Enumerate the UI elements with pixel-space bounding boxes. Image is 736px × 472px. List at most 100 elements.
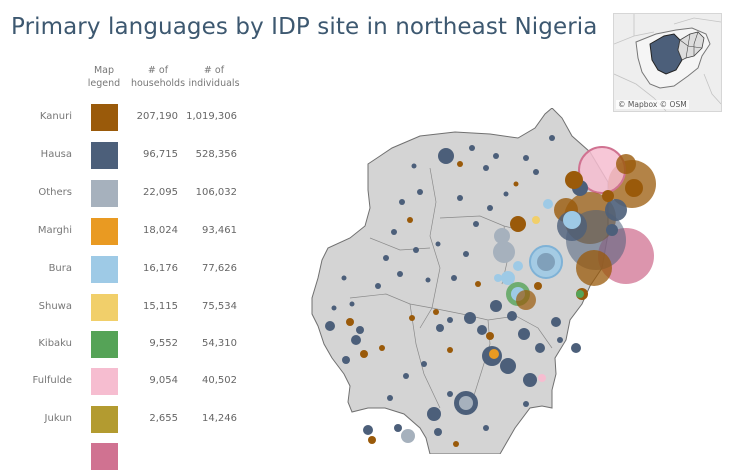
- site-bubble-hausa: [487, 205, 493, 211]
- site-bubble-hausa: [507, 311, 517, 321]
- language-label: Others: [38, 187, 72, 198]
- site-bubble-hausa: [342, 356, 350, 364]
- site-bubble-hausa: [447, 391, 453, 397]
- site-bubble-others: [494, 228, 510, 244]
- site-bubble-kanuri: [486, 332, 494, 340]
- legend-row-fulfulde[interactable]: Fulfulde 9,054 40,502: [0, 367, 260, 397]
- site-bubble-kanuri: [379, 345, 385, 351]
- legend-row-others[interactable]: Others 22,095 106,032: [0, 179, 260, 209]
- color-swatch: [91, 406, 118, 433]
- legend-row-kanuri[interactable]: Kanuri 207,190 1,019,306: [0, 103, 260, 133]
- site-bubble-hausa: [537, 253, 555, 271]
- site-bubble-fulfulde: [538, 374, 546, 382]
- site-bubble-kibaku: [576, 290, 584, 298]
- site-bubble-kanuri: [475, 281, 481, 287]
- legend-row-jukun[interactable]: Jukun 2,655 14,246: [0, 405, 260, 435]
- site-bubble-kanuri: [513, 181, 519, 187]
- site-bubble-hausa: [363, 425, 373, 435]
- site-bubble-kanuri: [409, 315, 415, 321]
- site-bubble-hausa: [411, 163, 417, 169]
- color-swatch: [91, 142, 118, 169]
- site-bubble-hausa: [417, 189, 423, 195]
- site-bubble-bura: [513, 261, 523, 271]
- households-value: 9,054: [149, 375, 178, 386]
- site-bubble-kanuri: [407, 217, 413, 223]
- site-bubble-hausa: [325, 321, 335, 331]
- site-bubble-hausa: [523, 401, 529, 407]
- site-bubble-hausa: [493, 153, 499, 159]
- site-bubble-hausa: [606, 224, 618, 236]
- households-value: 2,655: [149, 413, 178, 424]
- site-bubble-hausa: [571, 343, 581, 353]
- site-bubble-hausa: [434, 428, 442, 436]
- individuals-value: 40,502: [202, 375, 237, 386]
- households-column-header: # of households: [130, 65, 186, 89]
- site-bubble-hausa: [375, 283, 381, 289]
- site-bubble-kanuri: [433, 309, 439, 315]
- site-bubble-kanuri: [346, 318, 354, 326]
- color-swatch: [91, 294, 118, 321]
- site-bubble-hausa: [523, 155, 529, 161]
- site-bubble-hausa: [425, 277, 431, 283]
- site-bubble-hausa: [391, 229, 397, 235]
- site-bubble-hausa: [383, 255, 389, 261]
- legend-row-marghi[interactable]: Marghi 18,024 93,461: [0, 217, 260, 247]
- legend-column-header: Map legend: [87, 65, 121, 89]
- site-bubble-hausa: [351, 335, 361, 345]
- site-bubble-hausa: [477, 325, 487, 335]
- individuals-value: 75,534: [202, 301, 237, 312]
- site-bubble-hausa: [421, 361, 427, 367]
- color-swatch: [91, 443, 118, 470]
- site-bubble-hausa: [397, 271, 403, 277]
- language-label: Bura: [48, 263, 72, 274]
- legend-row-bura[interactable]: Bura 16,176 77,626: [0, 255, 260, 285]
- site-bubble-hausa: [557, 337, 563, 343]
- site-bubble-kanuri: [602, 190, 614, 202]
- individuals-value: 14,246: [202, 413, 237, 424]
- site-bubble-others: [401, 429, 415, 443]
- site-bubble-hausa: [387, 395, 393, 401]
- legend-row-shuwa[interactable]: Shuwa 15,115 75,534: [0, 293, 260, 323]
- map-attribution[interactable]: © Mapbox © OSM: [616, 100, 689, 109]
- site-bubble-hausa: [394, 424, 402, 432]
- locator-inset-map[interactable]: © Mapbox © OSM: [613, 13, 722, 112]
- language-label: Kibaku: [38, 338, 72, 349]
- site-bubble-hausa: [535, 343, 545, 353]
- individuals-value: 1,019,306: [186, 111, 237, 122]
- site-bubble-hausa: [349, 301, 355, 307]
- language-label: Hausa: [40, 149, 72, 160]
- site-bubble-others: [493, 241, 515, 263]
- site-bubble-bura: [494, 274, 502, 282]
- site-bubble-kanuri: [625, 179, 643, 197]
- legend-row-kibaku[interactable]: Kibaku 9,552 54,310: [0, 330, 260, 360]
- site-bubble-hausa: [473, 221, 479, 227]
- site-bubble-kanuri: [457, 161, 463, 167]
- site-bubble-kanuri: [534, 282, 542, 290]
- site-bubble-hausa: [463, 251, 469, 257]
- site-bubble-bura: [563, 211, 581, 229]
- site-bubble-kanuri: [576, 250, 612, 286]
- site-bubble-hausa: [551, 317, 561, 327]
- site-bubble-hausa: [435, 241, 441, 247]
- color-swatch: [91, 331, 118, 358]
- site-bubble-hausa: [605, 199, 627, 221]
- site-bubble-kanuri: [565, 171, 583, 189]
- site-bubble-hausa: [341, 275, 347, 281]
- site-bubble-hausa: [451, 275, 457, 281]
- color-swatch: [91, 368, 118, 395]
- site-bubble-marghi: [489, 349, 499, 359]
- site-bubble-bura: [501, 271, 515, 285]
- site-bubble-hausa: [427, 407, 441, 421]
- site-bubble-hausa: [500, 358, 516, 374]
- individuals-value: 106,032: [195, 187, 237, 198]
- color-swatch: [91, 218, 118, 245]
- households-value: 9,552: [149, 338, 178, 349]
- site-bubble-hausa: [457, 195, 463, 201]
- individuals-value: 77,626: [202, 263, 237, 274]
- legend-row-partial[interactable]: [0, 442, 260, 472]
- individuals-column-header: # of individuals: [188, 65, 240, 89]
- site-bubble-kanuri: [360, 350, 368, 358]
- idp-sites-map[interactable]: [290, 108, 670, 454]
- site-bubble-hausa: [549, 135, 555, 141]
- legend-row-hausa[interactable]: Hausa 96,715 528,356: [0, 141, 260, 171]
